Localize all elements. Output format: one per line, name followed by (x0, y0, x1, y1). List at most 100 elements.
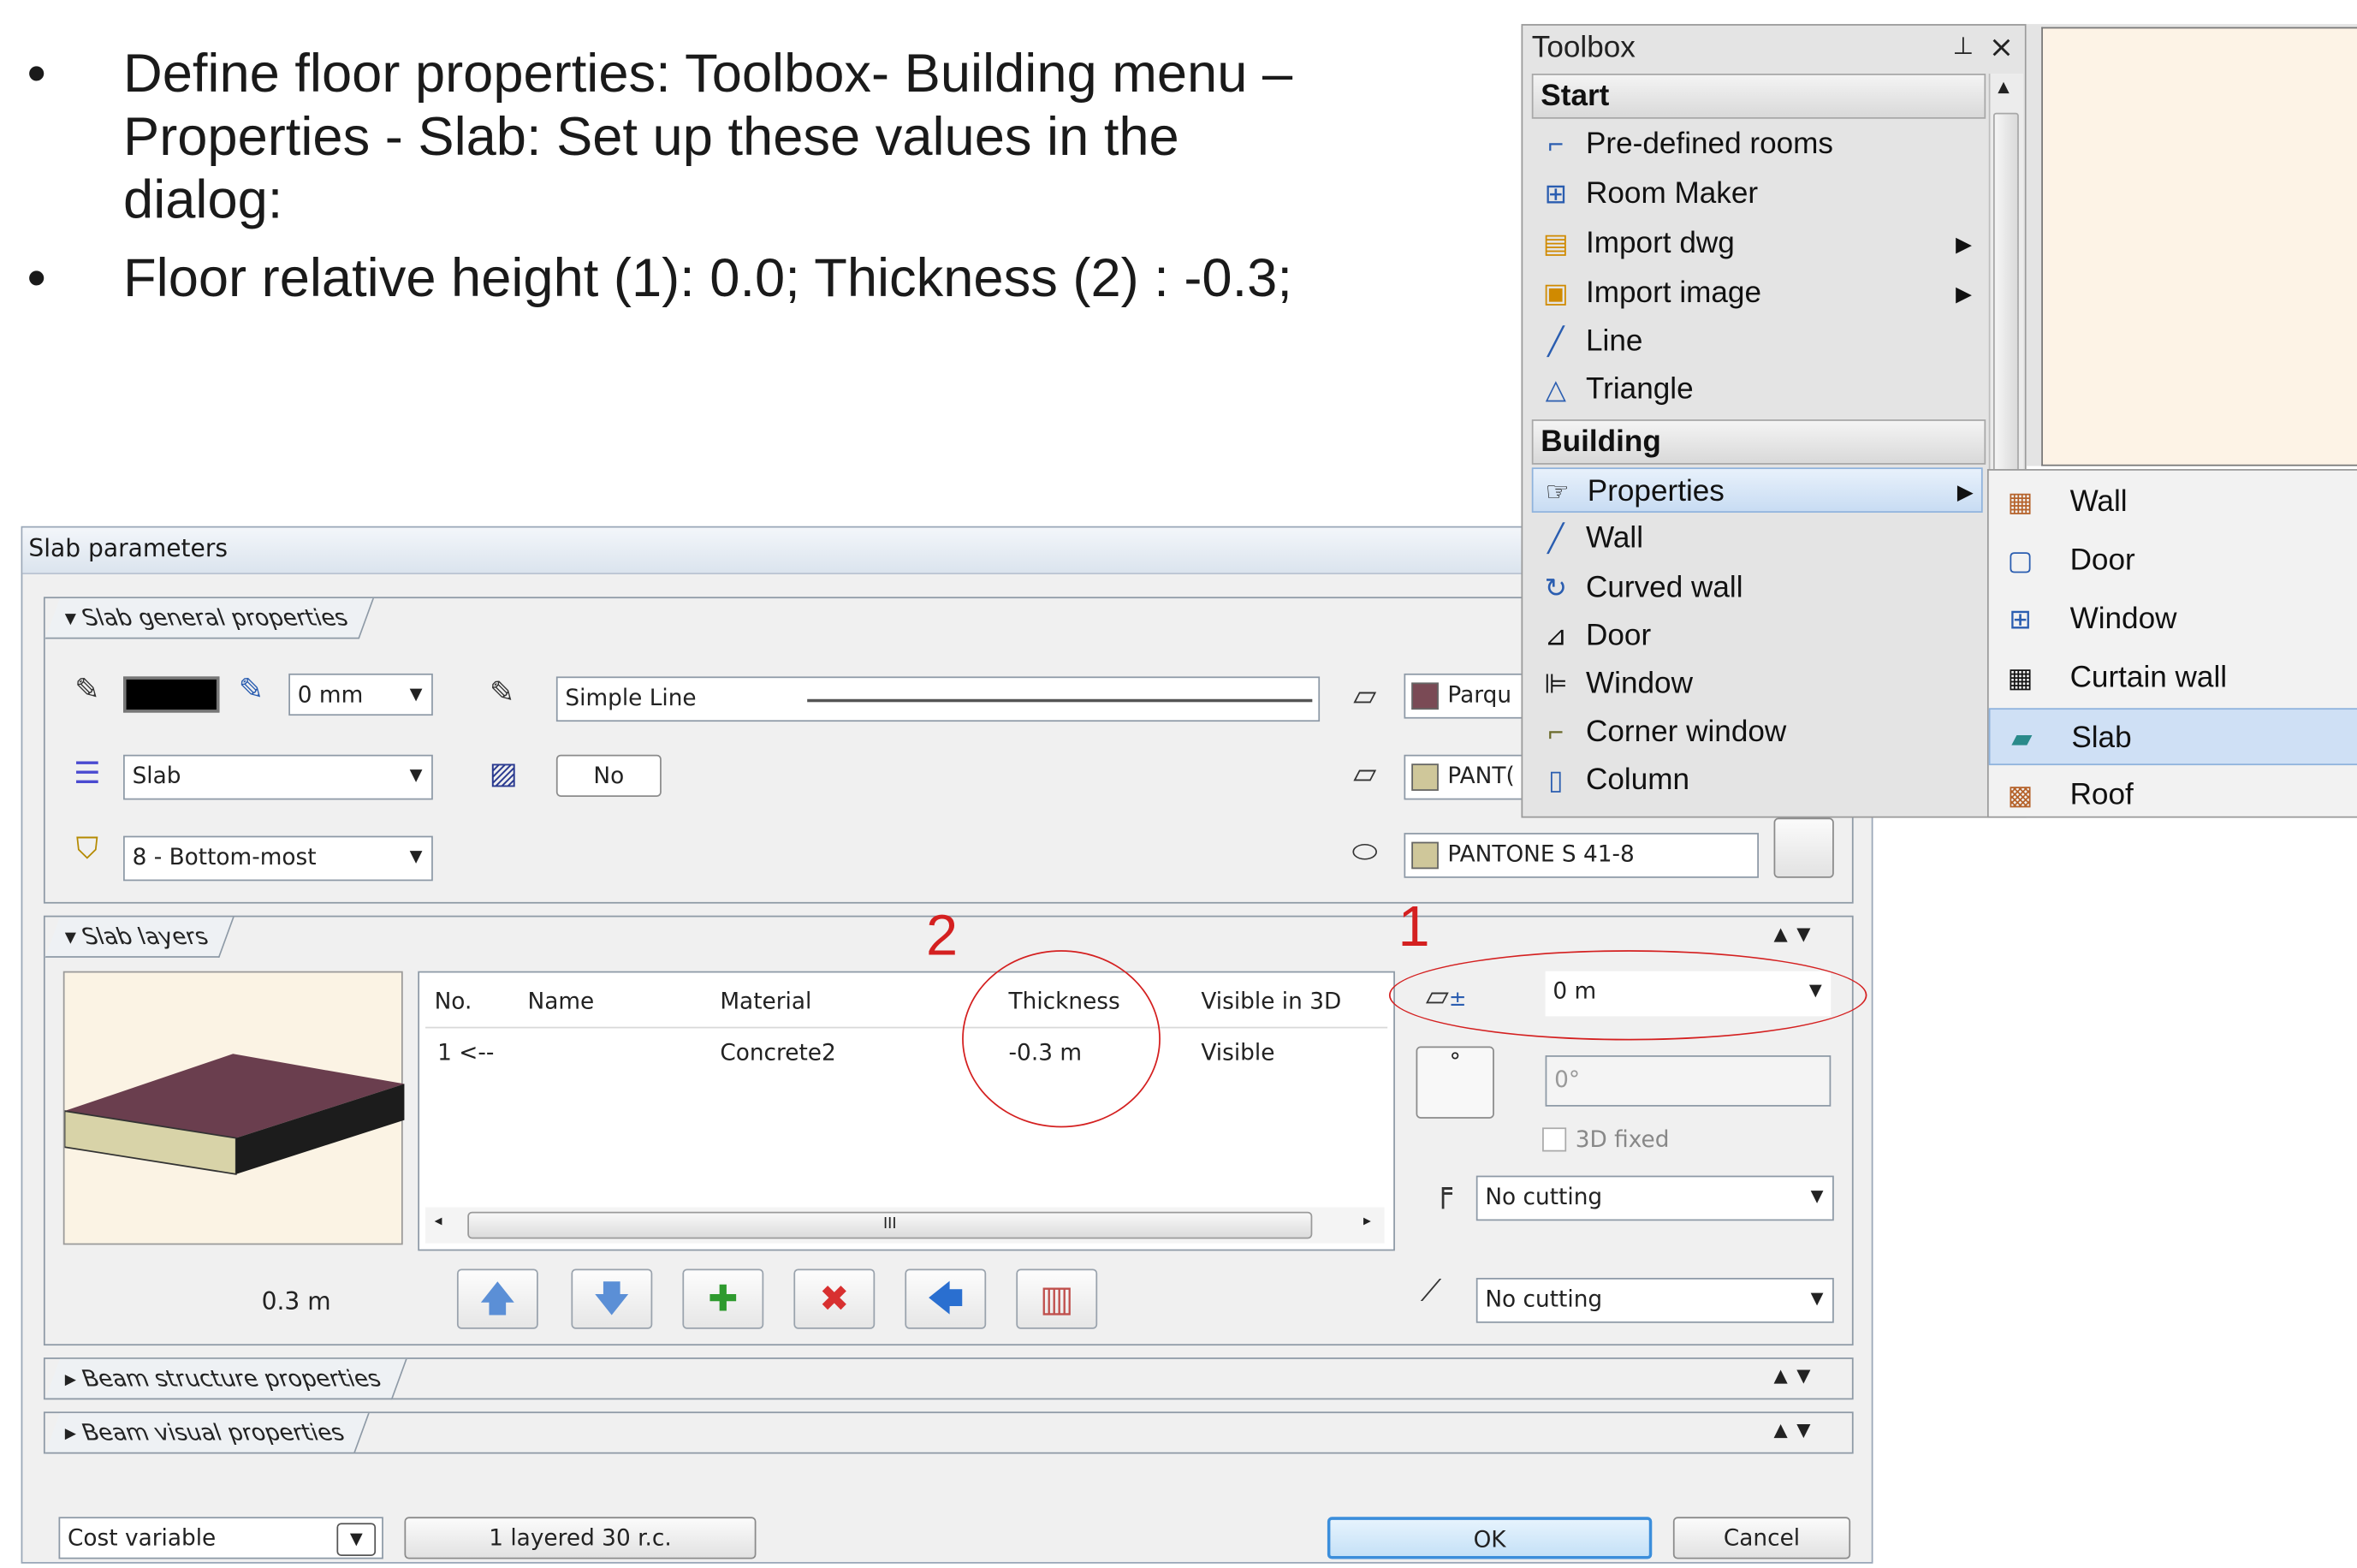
toolbox-item-predefined-rooms[interactable]: ⌐ Pre-defined rooms (1532, 122, 1983, 167)
toolbox-title: Toolbox (1531, 31, 1636, 65)
submenu-item-curtain-wall[interactable]: ▦ Curtain wall (1989, 650, 2357, 707)
door-properties-icon: ▢ (2007, 545, 2033, 576)
delete-layer-button[interactable]: ✖ (793, 1268, 876, 1329)
layer-combo[interactable]: Slab (123, 754, 433, 800)
preview-thickness: 0.3 m (261, 1286, 331, 1316)
submenu-item-slab[interactable]: ▰ Slab (1988, 708, 2357, 766)
beam-structure-toggle[interactable]: ▸ Beam structure properties (45, 1358, 407, 1400)
material-top-swatch (1411, 682, 1439, 710)
column-header[interactable]: Visible in 3D (1201, 988, 1341, 1015)
move-down-button[interactable]: 🡇 (571, 1268, 653, 1329)
bullet-text: Define floor properties: Toolbox- Buildi… (123, 42, 1293, 230)
pin-icon[interactable]: ⊥ (1953, 32, 1974, 60)
scroll-left-icon[interactable]: ◂ (435, 1213, 442, 1229)
toolbox-item-window[interactable]: ⊫ Window (1532, 662, 1983, 707)
annotation-2: 2 (925, 905, 959, 969)
beam-visual-toggle[interactable]: ▸ Beam visual properties (45, 1413, 371, 1454)
section-arrows-icon[interactable]: ▲▼ (1774, 1365, 1820, 1387)
dialog-title: Slab parameters (28, 533, 229, 562)
cell-no: 1 <-- (437, 1038, 495, 1066)
column-header[interactable]: No. (435, 988, 472, 1015)
toolbox-title-bar: Toolbox ⊥ × (1523, 26, 2025, 71)
wall-properties-icon: ▦ (2007, 487, 2033, 518)
top-surface-icon: ▱ (1353, 676, 1377, 713)
insert-layer-button[interactable]: 🡄 (905, 1268, 987, 1329)
material-bottom-field[interactable]: PANTONE S 41-8 (1404, 833, 1759, 878)
building-header[interactable]: Building (1531, 419, 1986, 465)
table-row[interactable]: 1 <-- Concrete2 -0.3 m Visible (425, 1030, 1387, 1075)
cutting-combo-1[interactable]: No cutting (1475, 1175, 1834, 1221)
cutting-combo-2[interactable]: No cutting (1475, 1278, 1834, 1323)
plus-box-icon: ⊞ (1544, 179, 1568, 210)
angle-button[interactable]: ° (1416, 1046, 1494, 1119)
ok-button[interactable]: OK (1327, 1517, 1653, 1559)
order-combo[interactable]: 8 - Bottom-most (123, 835, 433, 882)
column-header[interactable]: Material (720, 988, 811, 1015)
submenu-item-window[interactable]: ⊞ Window (1989, 591, 2357, 648)
cutting-icon: ╒ (1434, 1173, 1452, 1209)
layered-button[interactable]: 1 layered 30 r.c. (404, 1517, 757, 1559)
triangle-icon: △ (1545, 374, 1567, 405)
toolbox-item-wall[interactable]: ╱ Wall (1532, 515, 1983, 561)
layer-chart-button[interactable]: ▥ (1016, 1268, 1098, 1329)
door-icon: ⊿ (1544, 621, 1568, 651)
start-header[interactable]: Start (1531, 74, 1986, 119)
line-type-field[interactable]: Simple Line (555, 676, 1321, 722)
cost-variable-combo[interactable]: Cost variable ▼ (58, 1517, 383, 1559)
toolbox-item-import-image[interactable]: ▣ Import image ▶ (1532, 270, 1983, 316)
toolbox-item-line[interactable]: ╱ Line (1532, 318, 1983, 364)
bullet-list: • Define floor properties: Toolbox- Buil… (27, 42, 1321, 324)
pen-width-combo[interactable]: 0 mm (288, 673, 433, 716)
submenu-arrow-icon: ▶ (1956, 281, 1973, 306)
toolbox-item-room-maker[interactable]: ⊞ Room Maker (1532, 171, 1983, 217)
section-arrows-icon[interactable]: ▲▼ (1774, 923, 1820, 944)
submenu-item-door[interactable]: ▢ Door (1989, 532, 2357, 590)
submenu-item-roof[interactable]: ▩ Roof (1989, 767, 2357, 824)
toolbox-item-column[interactable]: ▯ Column (1532, 757, 1983, 803)
line-sample (807, 698, 1313, 703)
properties-submenu: ▦ Wall ▢ Door ⊞ Window ▦ Curtain wall ▰ Slab … (1986, 469, 2357, 818)
shading-icon: ▨ (489, 754, 518, 791)
toolbox-item-door[interactable]: ⊿ Door (1532, 614, 1983, 659)
room-icon: ⌐ (1547, 129, 1564, 160)
toolbox-item-import-dwg[interactable]: ▤ Import dwg ▶ (1532, 221, 1983, 266)
slab-3d-preview (63, 1054, 405, 1175)
scroll-right-icon[interactable]: ▸ (1363, 1213, 1371, 1229)
scroll-up-icon[interactable]: ▲ (1998, 80, 2010, 96)
no-button[interactable]: No (555, 754, 662, 797)
slab-preview (62, 971, 405, 1245)
add-layer-button[interactable]: ✚ (682, 1268, 764, 1329)
column-header[interactable]: Name (527, 988, 594, 1015)
toolbox-item-properties[interactable]: ☞ Properties ▶ (1531, 467, 1983, 513)
roof-properties-icon: ▩ (2007, 780, 2033, 811)
fixed-3d-checkbox[interactable] (1542, 1127, 1567, 1152)
pen-color-swatch[interactable] (123, 676, 220, 713)
submenu-arrow-icon: ▶ (1956, 479, 1974, 504)
toolbox-item-triangle[interactable]: △ Triangle (1532, 367, 1983, 413)
slab-layers-toggle[interactable]: ▾ Slab layers (45, 917, 235, 958)
cancel-button[interactable]: Cancel (1672, 1517, 1851, 1559)
material-picker-button[interactable] (1773, 817, 1834, 878)
side-surface-icon: ▱ (1353, 754, 1377, 791)
section-arrows-icon[interactable]: ▲▼ (1774, 1419, 1820, 1440)
material-side-field[interactable]: PANT( (1404, 754, 1534, 800)
canvas-frame (2026, 24, 2357, 466)
scroll-thumb[interactable]: III (467, 1211, 1313, 1239)
beam-visual-section: ▸ Beam visual properties ▲▼ (43, 1411, 1854, 1454)
toolbox-item-corner-window[interactable]: ⌐ Corner window (1532, 710, 1983, 755)
toolbox-item-curved-wall[interactable]: ↻ Curved wall (1532, 565, 1983, 610)
toolbox-panel: Toolbox ⊥ × Start ⌐ Pre-defined rooms ⊞ Ro… (1521, 24, 2027, 818)
move-up-button[interactable]: 🡅 (456, 1268, 538, 1329)
header-divider (425, 1026, 1388, 1029)
drawing-canvas[interactable] (2041, 27, 2357, 466)
material-top-field[interactable]: Parqu (1404, 673, 1534, 719)
slab-general-toggle[interactable]: ▾ Slab general properties (45, 598, 374, 639)
wall-tool-icon: ╱ (1547, 523, 1564, 554)
order-icon: ⛉ (75, 829, 99, 866)
angle-field[interactable]: 0° (1545, 1055, 1832, 1107)
horizontal-scrollbar[interactable]: ◂ III ▸ (425, 1207, 1385, 1244)
close-icon[interactable]: × (1989, 28, 2014, 64)
submenu-item-wall[interactable]: ▦ Wall (1989, 473, 2357, 531)
bullet-text: Floor relative height (1): 0.0; Thicknes… (123, 246, 1292, 309)
cutting-angle-icon: ⟋ (1420, 1271, 1442, 1309)
